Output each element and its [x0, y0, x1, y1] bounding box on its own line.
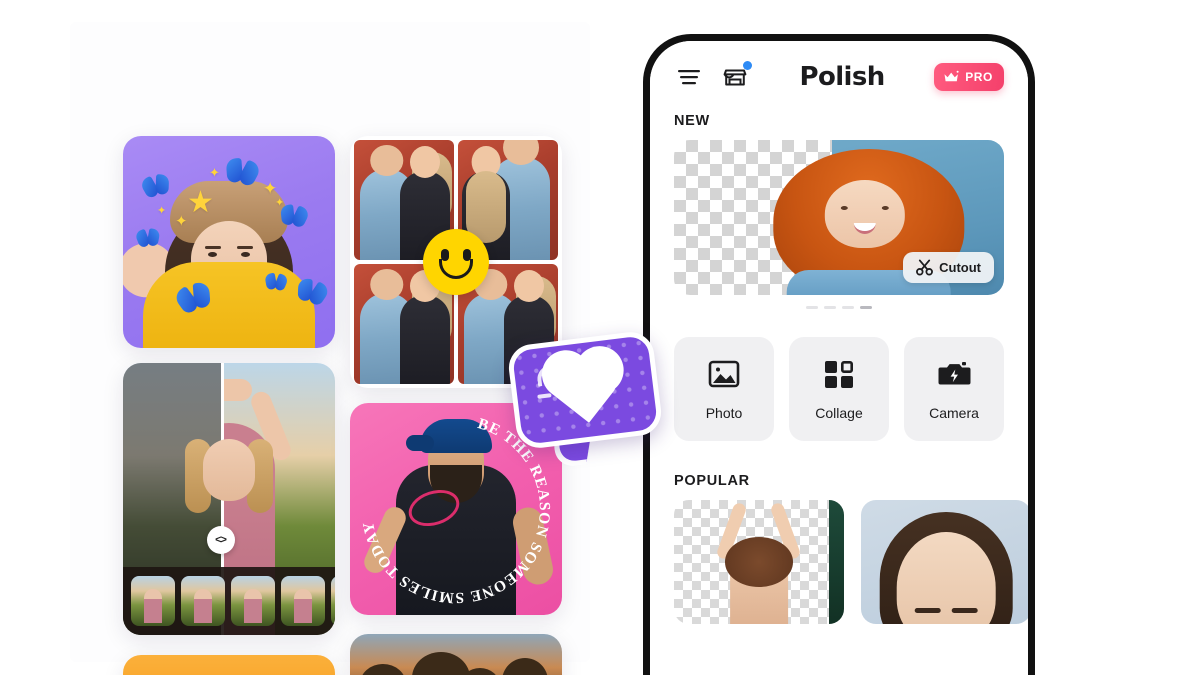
model-eye-left — [207, 252, 217, 258]
butterfly-card-photo: ★ ✦ ✦ ✦ ✦ ✦ — [123, 136, 335, 348]
notification-badge — [743, 61, 752, 70]
pagination-dot[interactable] — [824, 306, 836, 309]
collage-person — [400, 295, 450, 384]
new-banner-card[interactable]: Cutout — [674, 140, 1004, 295]
butterfly-icon — [265, 273, 287, 291]
sparkle-sticker-icon: ✦ — [157, 205, 167, 217]
pagination-dot-active[interactable] — [860, 306, 872, 309]
smiley-mouth — [439, 259, 473, 280]
heart-icon — [551, 355, 619, 423]
sparkle-sticker-icon: ✦ — [175, 213, 188, 230]
filter-thumbnail[interactable] — [331, 576, 335, 626]
model-eyebrow-right — [951, 608, 978, 614]
sparkle-sticker-icon: ✦ — [275, 197, 285, 209]
popular-section: POPULAR — [650, 441, 1028, 624]
model-eyebrow-left — [914, 608, 941, 614]
image-icon — [708, 360, 740, 388]
model-eyebrow-right — [237, 245, 254, 249]
quick-actions-row: Photo Collage Camera — [650, 309, 1028, 441]
model-hair — [725, 537, 793, 587]
star-sticker-icon: ★ — [187, 186, 214, 219]
app-brand-title: Polish — [799, 62, 886, 92]
filter-thumbnail[interactable] — [231, 576, 275, 626]
popular-card-portrait[interactable] — [861, 500, 1028, 624]
app-screen: Polish PRO NEW Cutout Photo Collage Came… — [650, 41, 1028, 675]
gallery-card-orange[interactable] — [123, 655, 335, 675]
heart-speech-bubble-sticker — [506, 329, 664, 469]
grid-squares-icon — [825, 361, 853, 388]
store-glyph — [723, 69, 747, 86]
filter-menu-icon[interactable] — [674, 62, 704, 92]
filter-thumbnail[interactable] — [181, 576, 225, 626]
compare-arrows-icon: <> — [215, 533, 227, 546]
tree-shape — [502, 658, 548, 675]
sparkle-sticker-icon: ✦ — [263, 179, 278, 198]
camera-button[interactable]: Camera — [904, 337, 1004, 441]
bubble-shine — [537, 393, 552, 399]
crown-icon — [944, 70, 959, 82]
pro-label: PRO — [965, 70, 993, 84]
collage-label: Collage — [815, 405, 863, 421]
screenshot-canvas: ★ ✦ ✦ ✦ ✦ ✦ <> BE THE REASON SOMEONE SMI… — [0, 0, 1200, 675]
card-edge-strip — [828, 500, 844, 624]
filter-filmstrip[interactable] — [123, 567, 335, 635]
tree-shape — [360, 664, 406, 675]
model-eye-right — [241, 252, 251, 258]
compare-slider-handle[interactable]: <> — [206, 525, 235, 554]
feature-gallery: ★ ✦ ✦ ✦ ✦ ✦ <> BE THE REASON SOMEONE SMI… — [0, 0, 664, 675]
sparkle-sticker-icon: ✦ — [209, 165, 220, 180]
model-eye-right — [881, 206, 889, 211]
gallery-card-sunset-photo[interactable] — [350, 634, 562, 675]
model-smile — [853, 222, 876, 234]
collage-button[interactable]: Collage — [789, 337, 889, 441]
butterfly-icon — [141, 173, 171, 199]
cutout-button[interactable]: Cutout — [903, 252, 994, 283]
camera-label: Camera — [929, 405, 979, 421]
model-head — [203, 439, 255, 502]
app-header: Polish PRO — [650, 41, 1028, 113]
gallery-card-before-after[interactable]: <> — [123, 363, 335, 635]
section-title-new: NEW — [674, 113, 710, 129]
tree-shape — [412, 652, 470, 675]
photo-button[interactable]: Photo — [674, 337, 774, 441]
pagination-dot[interactable] — [806, 306, 818, 309]
cutout-label: Cutout — [939, 260, 981, 275]
pagination-dot[interactable] — [842, 306, 854, 309]
model-face — [824, 180, 906, 249]
gallery-card-butterfly-sticker[interactable]: ★ ✦ ✦ ✦ ✦ ✦ — [123, 136, 335, 348]
section-title-popular: POPULAR — [674, 473, 750, 489]
model-sweater — [143, 262, 315, 348]
filter-thumbnail[interactable] — [281, 576, 325, 626]
filter-menu-glyph — [678, 70, 700, 85]
photo-label: Photo — [705, 405, 743, 421]
store-icon[interactable] — [720, 61, 752, 92]
filter-thumbnail[interactable] — [131, 576, 175, 626]
butterfly-icon — [136, 228, 160, 247]
popular-carousel[interactable] — [674, 500, 1028, 624]
smiley-face-sticker-icon — [423, 229, 489, 295]
phone-mockup: Polish PRO NEW Cutout Photo Collage Came… — [643, 34, 1035, 675]
model-eyebrow-left — [204, 245, 221, 249]
popular-card-cutout[interactable] — [674, 500, 844, 624]
model-eye-left — [840, 206, 848, 211]
bubble-body — [506, 329, 664, 451]
scissors-icon — [916, 259, 934, 276]
pro-upgrade-button[interactable]: PRO — [934, 63, 1004, 91]
camera-flash-icon — [938, 362, 971, 385]
